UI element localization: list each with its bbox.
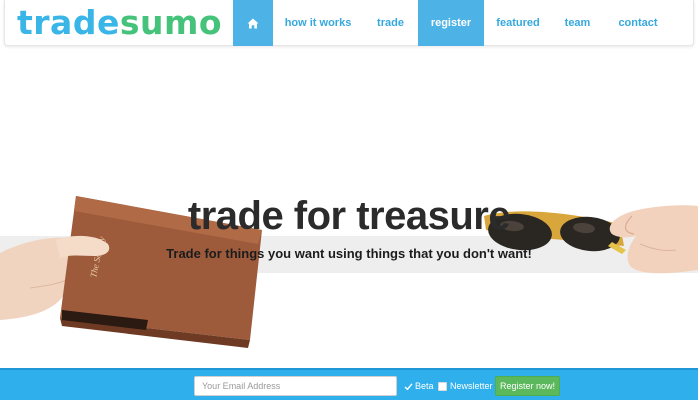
beta-label: Beta — [415, 381, 434, 391]
logo-text-sumo: sumo — [119, 3, 223, 42]
page: trade sumo how it works trade register fe… — [0, 0, 698, 400]
beta-checkbox[interactable]: Beta — [404, 380, 434, 392]
newsletter-checkbox[interactable]: Newsletter — [438, 380, 493, 392]
register-now-button[interactable]: Register now! — [495, 376, 560, 396]
nav-home[interactable] — [233, 0, 273, 46]
top-navbar: trade sumo how it works trade register fe… — [4, 0, 694, 46]
newsletter-checkbox-box[interactable] — [438, 381, 447, 391]
hero-section: The Society trade for treasure Trade for… — [0, 48, 698, 368]
nav-team[interactable]: team — [552, 0, 603, 46]
main-nav: how it works trade register featured tea… — [233, 0, 673, 46]
home-icon — [247, 18, 259, 28]
email-input[interactable] — [194, 376, 397, 396]
nav-how-it-works[interactable]: how it works — [273, 0, 363, 46]
check-icon — [404, 382, 413, 390]
newsletter-label: Newsletter — [450, 381, 493, 391]
signup-bar: Beta Newsletter Register now! — [0, 368, 698, 400]
nav-register[interactable]: register — [418, 0, 484, 46]
nav-trade[interactable]: trade — [363, 0, 418, 46]
nav-contact[interactable]: contact — [603, 0, 673, 46]
logo-text-trade: trade — [17, 3, 120, 42]
hero-subtitle: Trade for things you want using things t… — [166, 246, 532, 261]
nav-featured[interactable]: featured — [484, 0, 552, 46]
tradesumo-logo[interactable]: trade sumo — [17, 6, 222, 40]
hero-title: trade for treasure — [187, 194, 511, 238]
